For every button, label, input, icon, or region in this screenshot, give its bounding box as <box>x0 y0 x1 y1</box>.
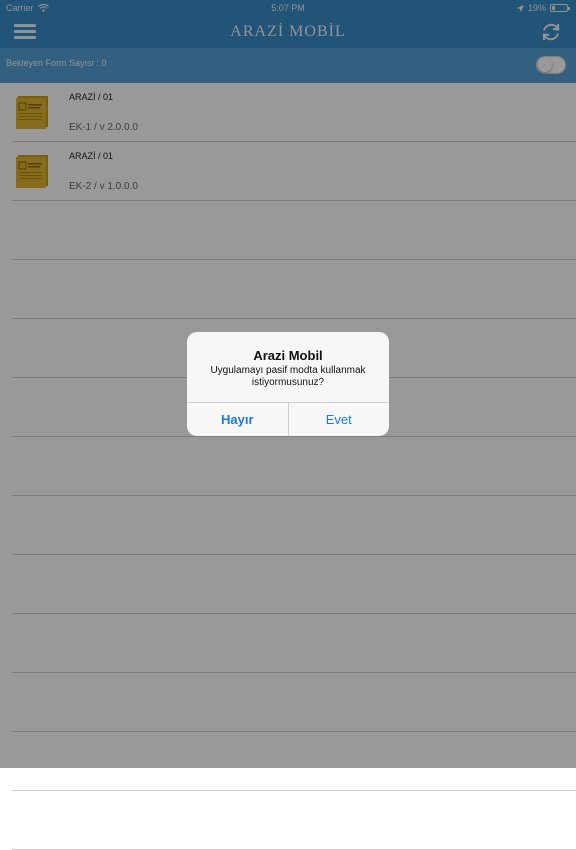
alert-dialog: Arazi Mobil Uygulamayı pasif modta kulla… <box>187 332 389 436</box>
empty-row <box>12 791 576 850</box>
alert-button-bar: Hayır Evet <box>187 402 389 436</box>
yes-button[interactable]: Evet <box>289 403 390 436</box>
no-button[interactable]: Hayır <box>187 403 289 436</box>
alert-message: Uygulamayı pasif modta kullanmak istiyor… <box>210 365 366 388</box>
alert-title: Arazi Mobil <box>253 348 323 363</box>
